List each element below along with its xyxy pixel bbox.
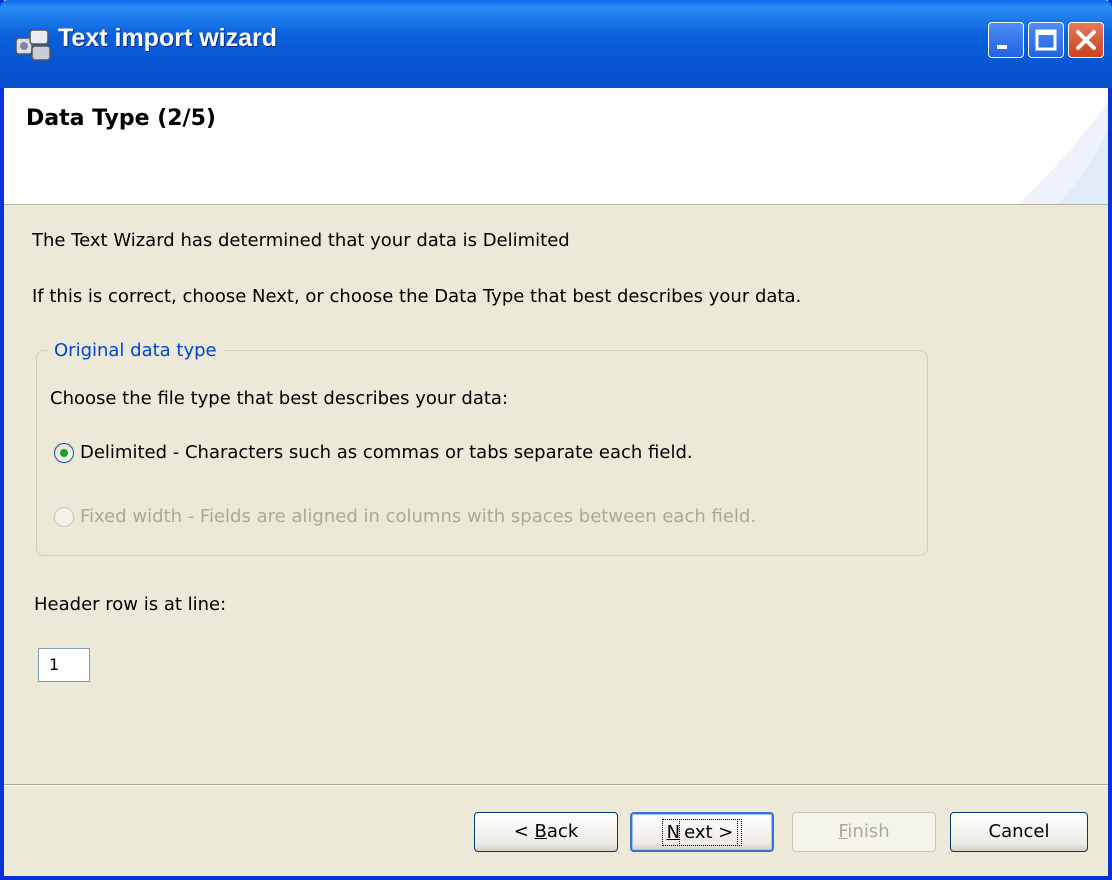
group-legend: Original data type <box>48 340 223 361</box>
wizard-window: Text import wizard Data Type (2/5) The T… <box>0 0 1112 880</box>
header-row-label: Header row is at line: <box>34 594 227 615</box>
footer-separator <box>4 784 1108 786</box>
cancel-button[interactable]: Cancel <box>950 812 1088 852</box>
minimize-icon <box>997 45 1007 49</box>
window-title: Text import wizard <box>58 24 278 52</box>
group-prompt: Choose the file type that best describes… <box>50 388 509 409</box>
radio-button-icon[interactable] <box>54 442 74 463</box>
radio-delimited[interactable]: Delimited - Characters such as commas or… <box>54 442 693 463</box>
radio-fixed-width-label: Fixed width - Fields are aligned in colu… <box>80 506 757 527</box>
maximize-button[interactable] <box>1028 22 1064 58</box>
header-row-input[interactable]: 1 <box>38 648 90 682</box>
back-label: < Back <box>513 821 579 842</box>
back-button[interactable]: < Back <box>474 812 618 852</box>
header-decoration <box>1018 101 1108 204</box>
detected-type-text: The Text Wizard has determined that your… <box>32 230 570 251</box>
next-button[interactable]: Next > <box>630 812 774 852</box>
radio-fixed-width: Fixed width - Fields are aligned in colu… <box>54 506 756 527</box>
next-label: Next > <box>661 819 743 846</box>
close-button[interactable] <box>1068 22 1104 58</box>
minimize-button[interactable] <box>988 22 1024 58</box>
title-bar[interactable]: Text import wizard <box>0 0 1112 88</box>
maximize-icon <box>1035 29 1057 51</box>
radio-delimited-label: Delimited - Characters such as commas or… <box>80 442 693 463</box>
close-icon <box>1076 30 1096 50</box>
wizard-app-icon <box>15 29 51 61</box>
finish-button: Finish <box>792 812 936 852</box>
wizard-header: Data Type (2/5) <box>4 88 1108 205</box>
page-title: Data Type (2/5) <box>26 106 216 131</box>
finish-label: Finish <box>838 821 890 842</box>
radio-button-icon <box>54 506 74 527</box>
instruction-text: If this is correct, choose Next, or choo… <box>32 286 802 307</box>
